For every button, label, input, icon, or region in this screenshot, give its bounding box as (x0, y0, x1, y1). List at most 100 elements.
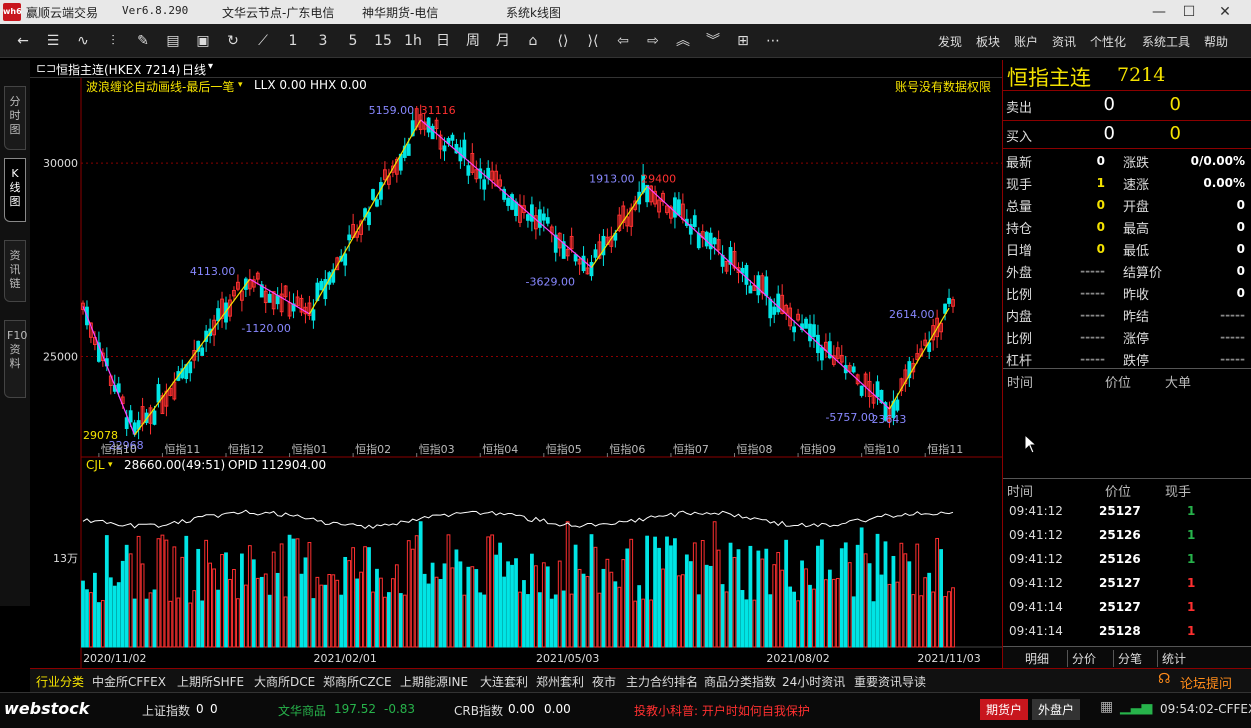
candle (772, 306, 777, 315)
page-up-icon[interactable]: ︽ (672, 30, 694, 52)
menu-news[interactable]: 资讯 (1052, 33, 1076, 50)
quote-value: 0/0.00% (1190, 154, 1245, 168)
volume-bar (283, 596, 288, 648)
scroll-right-icon[interactable]: ⇨ (642, 30, 664, 52)
tab-market-2[interactable]: 上期所SHFE (177, 673, 244, 690)
layout-icon[interactable]: ⊞ (732, 30, 754, 52)
draw-tool-icon[interactable]: ✎ (132, 30, 154, 52)
menu-account[interactable]: 账户 (1014, 33, 1038, 50)
volume-bar (406, 540, 411, 648)
refresh-icon[interactable]: ↻ (222, 30, 244, 52)
tab-stats[interactable]: 统计 (1157, 650, 1186, 667)
foreign-account-button[interactable]: 外盘户 (1032, 699, 1081, 720)
indicator-name[interactable]: 波浪缠论自动画线-最后一笔 (86, 78, 234, 95)
candle (430, 125, 435, 140)
candle (589, 261, 594, 277)
tab-f10[interactable]: F10资料 (4, 320, 27, 398)
close-icon[interactable]: ✕ (1214, 1, 1236, 23)
month-label: 恒指10 (864, 442, 900, 456)
custom-period-icon[interactable]: ⌂ (522, 30, 544, 52)
server-node-2[interactable]: 神华期货-电信 (362, 4, 438, 21)
tab-market-11[interactable]: 24小时资讯 (782, 673, 845, 690)
chart-symbol[interactable]: 恒指主连(HKEX 7214) (56, 61, 180, 78)
zoom-out-icon[interactable]: ⟩⟨ (582, 30, 604, 52)
more-icon[interactable]: ⋯ (762, 30, 784, 52)
back-arrow-icon[interactable]: ← (12, 30, 34, 52)
volume-bar (827, 569, 832, 648)
tab-market-5[interactable]: 上期能源INE (400, 673, 468, 690)
bar-chart-icon[interactable]: ⫶ (102, 30, 124, 52)
period-day[interactable]: 日 (432, 30, 454, 52)
volume-indicator-name[interactable]: CJL (86, 458, 105, 472)
chart-period[interactable]: 日线 (182, 61, 206, 78)
volume-bar (156, 538, 161, 648)
wh-index-label[interactable]: 文华商品 (278, 702, 326, 719)
tab-market-9[interactable]: 主力合约排名 (626, 673, 698, 690)
menu-sector[interactable]: 板块 (976, 33, 1000, 50)
tab-news-chain[interactable]: 资讯链 (4, 240, 26, 302)
period-1h[interactable]: 1h (402, 30, 424, 52)
page-down-icon[interactable]: ︾ (702, 30, 724, 52)
period-3min[interactable]: 3 (312, 30, 334, 52)
menu-discover[interactable]: 发现 (938, 33, 962, 50)
bigorder-head-size: 大单 (1165, 376, 1192, 391)
line-chart-icon[interactable]: ∿ (72, 30, 94, 52)
volume-chevron-icon[interactable]: ▾ (108, 460, 113, 470)
chart-area[interactable]: 30000 25000 5159.00 31116 1913.00 29400 4113.0… (30, 60, 1002, 668)
indicator-chevron-icon[interactable]: ▾ (238, 80, 243, 90)
trend-tool-icon[interactable]: ⟋ (252, 30, 274, 52)
news-ticker[interactable]: 投教小科普: 开户时如何自我保护 (634, 702, 810, 719)
crb-value: 0.00 (508, 702, 535, 716)
futures-account-button[interactable]: 期货户 (980, 699, 1029, 720)
print-icon[interactable]: ▤ (162, 30, 184, 52)
forum-link[interactable]: 论坛提问 (1180, 673, 1232, 692)
period-month[interactable]: 月 (492, 30, 514, 52)
server-node-1[interactable]: 文华云节点-广东电信 (222, 4, 334, 21)
tab-market-0[interactable]: 行业分类 (36, 673, 84, 690)
tab-market-1[interactable]: 中金所CFFEX (92, 673, 166, 690)
tab-market-4[interactable]: 郑商所CZCE (323, 673, 392, 690)
tab-timeshare[interactable]: 分时图 (4, 86, 26, 150)
tab-price-dist[interactable]: 分价 (1067, 650, 1096, 667)
maximize-icon[interactable]: ☐ (1178, 1, 1200, 23)
tab-market-3[interactable]: 大商所DCE (254, 673, 315, 690)
calculator-icon[interactable]: ▦ (1100, 699, 1113, 715)
quote-label: 结算价 (1123, 266, 1163, 281)
tab-kline[interactable]: K线图 (4, 158, 26, 222)
sz-index-label[interactable]: 上证指数 (142, 702, 190, 719)
chart-menu-icon[interactable]: ⊏⊐ (36, 61, 56, 75)
tab-market-8[interactable]: 夜市 (592, 673, 616, 690)
date-label: 2021/11/03 (917, 652, 980, 665)
sell-price[interactable]: 0 (1073, 94, 1115, 115)
tab-market-12[interactable]: 重要资讯导读 (854, 673, 926, 690)
bigorder-head-time: 时间 (1007, 376, 1034, 391)
buy-price[interactable]: 0 (1073, 123, 1115, 144)
minimize-icon[interactable]: — (1148, 1, 1170, 23)
headset-icon[interactable]: ☊ (1158, 671, 1170, 687)
tab-market-7[interactable]: 郑州套利 (536, 673, 584, 690)
zigzag-stroke (591, 185, 648, 268)
tab-detail[interactable]: 明细 (1025, 650, 1049, 667)
crb-label[interactable]: CRB指数 (454, 702, 503, 719)
tab-market-6[interactable]: 大连套利 (480, 673, 528, 690)
period-5min[interactable]: 5 (342, 30, 364, 52)
kline-chart[interactable]: 30000 25000 5159.00 31116 1913.00 29400 4113.0… (30, 60, 1002, 668)
volume-bar (371, 591, 375, 648)
period-15min[interactable]: 15 (372, 30, 394, 52)
tab-market-10[interactable]: 商品分类指数 (704, 673, 776, 690)
list-icon[interactable]: ☰ (42, 30, 64, 52)
zoom-in-icon[interactable]: ⟨⟩ (552, 30, 574, 52)
save-icon[interactable]: ▣ (192, 30, 214, 52)
volume-bar (951, 587, 955, 648)
period-week[interactable]: 周 (462, 30, 484, 52)
period-1min[interactable]: 1 (282, 30, 304, 52)
chevron-down-icon[interactable]: ▾ (208, 61, 213, 72)
volume-bar (434, 576, 439, 648)
trade-head-size: 现手 (1165, 485, 1192, 500)
menu-personalize[interactable]: 个性化 (1090, 33, 1126, 50)
menu-help[interactable]: 帮助 (1204, 33, 1228, 50)
tab-tick[interactable]: 分笔 (1113, 650, 1142, 667)
scroll-left-icon[interactable]: ⇦ (612, 30, 634, 52)
menu-system-tools[interactable]: 系统工具 (1142, 33, 1190, 50)
volume-bar (212, 568, 216, 648)
